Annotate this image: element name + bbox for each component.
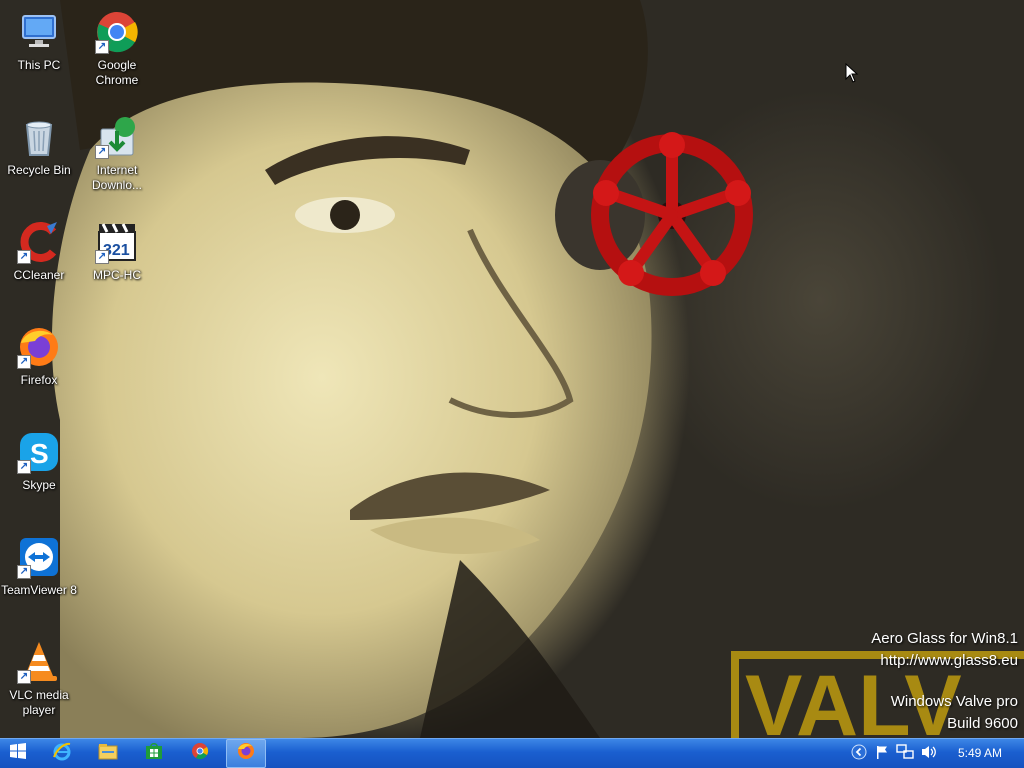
desktop-icon-mpc-hc[interactable]: 321 ↗ MPC-HC: [78, 218, 156, 283]
taskbar-firefox[interactable]: [226, 739, 266, 768]
action-center-button[interactable]: [873, 745, 891, 763]
internet-explorer-icon: [52, 741, 72, 766]
shortcut-arrow-icon: ↗: [95, 145, 109, 159]
os-watermark: Aero Glass for Win8.1 http://www.glass8.…: [871, 628, 1018, 735]
internet-download-manager-icon: ↗: [95, 115, 139, 159]
show-hidden-icons-icon: [851, 744, 867, 765]
store-icon: [145, 742, 163, 765]
desktop-icon-label: Internet Downlo...: [91, 163, 143, 192]
desktop-icon-teamviewer[interactable]: ↗ TeamViewer 8: [0, 533, 78, 598]
network-icon: [896, 743, 914, 765]
desktop-icon-this-pc[interactable]: This PC: [0, 8, 78, 73]
teamviewer-icon: ↗: [17, 535, 61, 579]
firefox-icon: [237, 742, 255, 765]
ccleaner-icon: ↗: [17, 220, 61, 264]
chrome-icon: [191, 742, 209, 765]
firefox-icon: ↗: [17, 325, 61, 369]
desktop-icon-label: TeamViewer 8: [1, 583, 77, 597]
volume-button[interactable]: [920, 745, 938, 763]
desktop-icon-skype[interactable]: S ↗ Skype: [0, 428, 78, 493]
desktop-icon-firefox[interactable]: ↗ Firefox: [0, 323, 78, 388]
desktop-icon-label: Firefox: [20, 373, 58, 387]
shortcut-arrow-icon: ↗: [17, 565, 31, 579]
file-explorer-icon: [98, 742, 118, 765]
network-button[interactable]: [896, 743, 914, 765]
desktop-icon-recycle-bin[interactable]: Recycle Bin: [0, 113, 78, 178]
taskbar-internet-explorer[interactable]: [42, 739, 82, 768]
show-hidden-icons-button[interactable]: [850, 744, 868, 765]
vlc-icon: ↗: [17, 640, 61, 684]
shortcut-arrow-icon: ↗: [17, 460, 31, 474]
watermark-line-edition: Windows Valve pro: [890, 693, 1018, 710]
watermark-line-url: http://www.glass8.eu: [880, 652, 1018, 669]
desktop-icon-label: CCleaner: [13, 268, 65, 282]
desktop-icon-vlc[interactable]: ↗ VLC media player: [0, 638, 78, 718]
desktop-icon-label: Google Chrome: [95, 58, 139, 87]
svg-text:S: S: [30, 438, 49, 469]
shortcut-arrow-icon: ↗: [17, 355, 31, 369]
desktop-icon-label: VLC media player: [9, 688, 69, 717]
recycle-bin-icon: [17, 115, 61, 159]
taskbar-file-explorer[interactable]: [88, 739, 128, 768]
skype-icon: S ↗: [17, 430, 61, 474]
shortcut-arrow-icon: ↗: [17, 670, 31, 684]
start-button[interactable]: [0, 739, 36, 768]
watermark-line-build: Build 9600: [947, 715, 1018, 732]
desktop-icon-label: This PC: [17, 58, 61, 72]
computer-icon: [17, 10, 61, 54]
action-center-flag-icon: [874, 744, 890, 765]
mouse-cursor-icon: [845, 62, 859, 88]
shortcut-arrow-icon: ↗: [17, 250, 31, 264]
chrome-icon: ↗: [95, 10, 139, 54]
desktop-icon-label: Skype: [22, 478, 56, 492]
taskbar-chrome[interactable]: [180, 739, 220, 768]
desktop-icon-ccleaner[interactable]: ↗ CCleaner: [0, 218, 78, 283]
taskbar-store[interactable]: [134, 739, 174, 768]
watermark-line-aero-glass: Aero Glass for Win8.1: [871, 630, 1018, 647]
desktop-icon-label: MPC-HC: [93, 268, 141, 282]
taskbar-clock[interactable]: 5:49 AM: [958, 739, 1002, 768]
desktop-icon-internet-download-manager[interactable]: ↗ Internet Downlo...: [78, 113, 156, 193]
taskbar: 5:49 AM: [0, 738, 1024, 768]
desktop-icon-label: Recycle Bin: [7, 163, 71, 177]
desktop-icon-google-chrome[interactable]: ↗ Google Chrome: [78, 8, 156, 88]
mpc-hc-icon: 321 ↗: [95, 220, 139, 264]
windows-start-icon: [10, 743, 26, 764]
volume-icon: [920, 744, 938, 765]
shortcut-arrow-icon: ↗: [95, 250, 109, 264]
shortcut-arrow-icon: ↗: [95, 40, 109, 54]
